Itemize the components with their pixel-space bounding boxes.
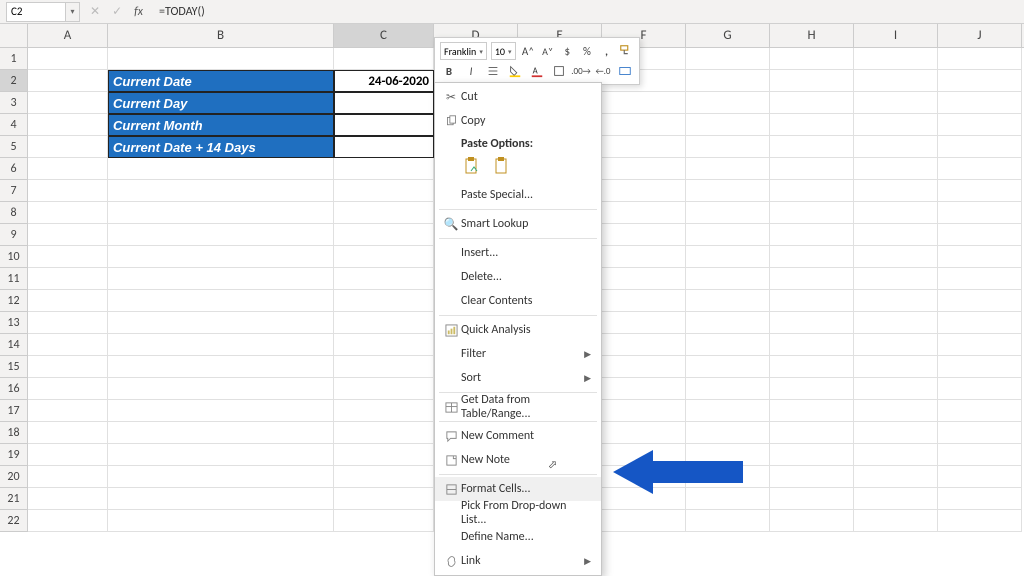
- menu-pick-list[interactable]: Pick From Drop-down List...: [435, 501, 601, 525]
- row-header[interactable]: 6: [0, 158, 28, 180]
- comma-icon[interactable]: ,: [599, 42, 615, 60]
- col-header-c[interactable]: C: [334, 24, 434, 47]
- font-size-select[interactable]: 10▾: [491, 42, 516, 60]
- context-menu: ✂ Cut Copy Paste Options: Paste Special.…: [434, 82, 602, 576]
- row-header[interactable]: 15: [0, 356, 28, 378]
- row-header[interactable]: 18: [0, 422, 28, 444]
- cell-c2[interactable]: 24-06-2020: [334, 70, 434, 92]
- bold-button[interactable]: B: [440, 62, 458, 80]
- row-header[interactable]: 22: [0, 510, 28, 532]
- fill-color-button[interactable]: [506, 62, 524, 80]
- scissors-icon: ✂: [441, 90, 461, 105]
- menu-cut[interactable]: ✂ Cut: [435, 85, 601, 109]
- menu-format-cells[interactable]: Format Cells...: [435, 477, 601, 501]
- row-header[interactable]: 4: [0, 114, 28, 136]
- row-header[interactable]: 3: [0, 92, 28, 114]
- italic-button[interactable]: I: [462, 62, 480, 80]
- font-color-button[interactable]: A: [528, 62, 546, 80]
- row-header[interactable]: 14: [0, 334, 28, 356]
- menu-smart-lookup[interactable]: 🔍 Smart Lookup: [435, 212, 601, 236]
- menu-get-data[interactable]: Get Data from Table/Range...: [435, 395, 601, 419]
- row-header[interactable]: 5: [0, 136, 28, 158]
- row-header[interactable]: 8: [0, 202, 28, 224]
- row-header[interactable]: 1: [0, 48, 28, 70]
- menu-delete[interactable]: Delete...: [435, 265, 601, 289]
- menu-paste-special[interactable]: Paste Special...: [435, 183, 601, 207]
- col-header-i[interactable]: I: [854, 24, 938, 47]
- row-header[interactable]: 13: [0, 312, 28, 334]
- row-header[interactable]: 12: [0, 290, 28, 312]
- cell-b4[interactable]: Current Month: [108, 114, 334, 136]
- col-header-g[interactable]: G: [686, 24, 770, 47]
- mini-toolbar: Franklin▾ 10▾ A˄ A˅ $ % , B I A .00→ ←.0: [434, 37, 640, 85]
- menu-new-note[interactable]: New Note: [435, 448, 601, 472]
- col-header-b[interactable]: B: [108, 24, 334, 47]
- menu-insert[interactable]: Insert...: [435, 241, 601, 265]
- cell-c4[interactable]: [334, 114, 434, 136]
- formula-input[interactable]: =TODAY(): [153, 3, 1024, 21]
- increase-font-icon[interactable]: A˄: [520, 42, 536, 60]
- cell-c5[interactable]: [334, 136, 434, 158]
- cancel-formula-icon[interactable]: ✕: [90, 4, 100, 19]
- table-icon: [441, 401, 461, 414]
- decrease-font-icon[interactable]: A˅: [540, 42, 556, 60]
- row-header[interactable]: 21: [0, 488, 28, 510]
- cell-b5[interactable]: Current Date + 14 Days: [108, 136, 334, 158]
- col-header-a[interactable]: A: [28, 24, 108, 47]
- row-header[interactable]: 10: [0, 246, 28, 268]
- paste-option-values[interactable]: [491, 155, 515, 179]
- quick-analysis-icon: [441, 324, 461, 337]
- search-icon: 🔍: [441, 217, 461, 232]
- paste-options-header: Paste Options:: [435, 133, 601, 153]
- cell-b2[interactable]: Current Date: [108, 70, 334, 92]
- link-icon: [441, 555, 461, 568]
- name-box-dropdown[interactable]: ▾: [66, 2, 80, 22]
- format-cells-icon: [441, 483, 461, 496]
- comment-icon: [441, 430, 461, 443]
- font-name-select[interactable]: Franklin▾: [440, 42, 487, 60]
- menu-clear-contents[interactable]: Clear Contents: [435, 289, 601, 313]
- row-header[interactable]: 9: [0, 224, 28, 246]
- cell-c3[interactable]: [334, 92, 434, 114]
- select-all-corner[interactable]: [0, 24, 28, 48]
- menu-define-name[interactable]: Define Name...: [435, 525, 601, 549]
- row-header[interactable]: 7: [0, 180, 28, 202]
- copy-icon: [441, 115, 461, 128]
- merge-button[interactable]: [616, 62, 634, 80]
- paste-option-default[interactable]: [461, 155, 485, 179]
- menu-copy[interactable]: Copy: [435, 109, 601, 133]
- row-header[interactable]: 20: [0, 466, 28, 488]
- svg-text:A: A: [533, 67, 539, 77]
- row-headers: 1 2 3 4 5 6 7 8 9 10 11 12 13 14 15 16 1…: [0, 48, 28, 532]
- row-header[interactable]: 2: [0, 70, 28, 92]
- row-header[interactable]: 17: [0, 400, 28, 422]
- name-box[interactable]: C2: [6, 2, 66, 22]
- increase-decimal-icon[interactable]: .00→: [572, 62, 590, 80]
- menu-quick-analysis[interactable]: Quick Analysis: [435, 318, 601, 342]
- cell-b3[interactable]: Current Day: [108, 92, 334, 114]
- menu-sort[interactable]: Sort▶: [435, 366, 601, 390]
- row-header[interactable]: 11: [0, 268, 28, 290]
- fx-icon[interactable]: fx: [134, 5, 143, 19]
- accept-formula-icon[interactable]: ✓: [112, 4, 122, 19]
- col-header-j[interactable]: J: [938, 24, 1022, 47]
- percent-icon[interactable]: %: [579, 42, 595, 60]
- format-painter-icon[interactable]: [618, 42, 634, 60]
- border-button[interactable]: [550, 62, 568, 80]
- annotation-arrow: [613, 444, 743, 505]
- note-icon: [441, 454, 461, 467]
- col-header-h[interactable]: H: [770, 24, 854, 47]
- row-header[interactable]: 16: [0, 378, 28, 400]
- decrease-decimal-icon[interactable]: ←.0: [594, 62, 612, 80]
- align-button[interactable]: [484, 62, 502, 80]
- menu-new-comment[interactable]: New Comment: [435, 424, 601, 448]
- formula-bar: C2 ▾ ✕ ✓ fx =TODAY(): [0, 0, 1024, 24]
- row-header[interactable]: 19: [0, 444, 28, 466]
- menu-link[interactable]: Link▶: [435, 549, 601, 573]
- currency-icon[interactable]: $: [559, 42, 575, 60]
- menu-filter[interactable]: Filter▶: [435, 342, 601, 366]
